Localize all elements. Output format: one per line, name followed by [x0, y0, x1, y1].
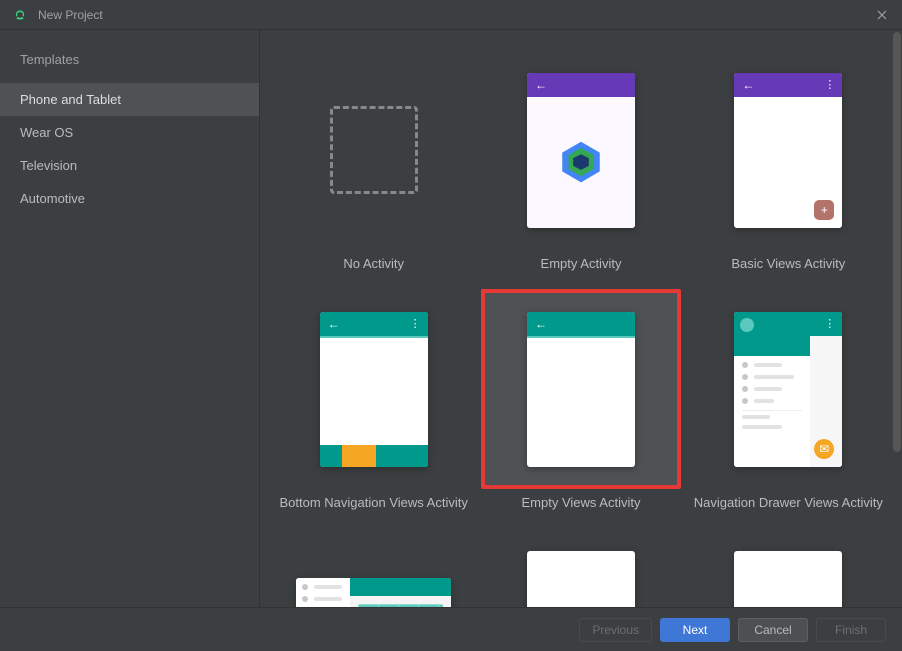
sidebar-item-label: Phone and Tablet — [20, 92, 121, 107]
template-empty-views-activity[interactable]: ← Empty Views Activity — [477, 289, 684, 510]
appbar: ← ⋮ — [734, 73, 842, 97]
template-preview: ← — [481, 289, 681, 489]
template-preview: ⋮ ✉ — [688, 289, 888, 489]
template-label: Bottom Navigation Views Activity — [279, 495, 467, 510]
back-arrow-icon: ← — [742, 78, 754, 92]
tablet-preview — [296, 578, 451, 607]
template-preview — [274, 528, 474, 607]
new-project-window: New Project Templates Phone and Tablet W… — [0, 0, 902, 651]
bottom-nav — [320, 445, 428, 467]
next-button[interactable]: Next — [660, 618, 730, 642]
template-preview: ← ⋮ + — [688, 50, 888, 250]
cpp-icon: ++ — [760, 600, 816, 607]
sidebar-item-television[interactable]: Television — [0, 149, 259, 182]
template-primary-detail[interactable] — [270, 528, 477, 607]
appbar: ← — [527, 312, 635, 336]
template-preview — [274, 50, 474, 250]
phone-preview: ← — [527, 73, 635, 228]
sidebar-item-automotive[interactable]: Automotive — [0, 182, 259, 215]
appbar: ← — [527, 73, 635, 97]
appbar: ← ⋮ — [320, 312, 428, 336]
template-basic-views-activity[interactable]: ← ⋮ + Basic Views Activity — [685, 50, 892, 271]
appbar: ⋮ — [810, 312, 842, 336]
phone-preview: ← ⋮ — [320, 312, 428, 467]
template-grid-area: No Activity ← — [260, 30, 902, 607]
template-no-activity[interactable]: No Activity — [270, 50, 477, 271]
fab-icon: ✉ — [814, 439, 834, 459]
phone-preview: ← ⋮ + — [734, 73, 842, 228]
phone-preview: ++ — [734, 551, 842, 608]
content: Templates Phone and Tablet Wear OS Telev… — [0, 30, 902, 607]
sidebar-header: Templates — [0, 44, 259, 83]
template-label: Navigation Drawer Views Activity — [694, 495, 883, 510]
template-label: Empty Activity — [541, 256, 622, 271]
template-preview: ++ — [688, 528, 888, 607]
template-grid: No Activity ← — [270, 50, 892, 607]
template-native-cpp[interactable]: ++ — [685, 528, 892, 607]
template-label: Basic Views Activity — [731, 256, 845, 271]
close-button[interactable] — [874, 7, 890, 23]
android-studio-icon — [12, 7, 28, 23]
back-arrow-icon: ← — [328, 317, 340, 331]
appbar — [350, 578, 451, 596]
avatar-icon — [740, 318, 754, 332]
overflow-menu-icon: ⋮ — [410, 317, 420, 330]
sidebar: Templates Phone and Tablet Wear OS Telev… — [0, 30, 260, 607]
template-bottom-navigation[interactable]: ← ⋮ Bottom Navigation Views Activity — [270, 289, 477, 510]
scrollbar-thumb[interactable] — [893, 32, 901, 452]
drawer-panel — [734, 312, 810, 467]
compose-logo-icon — [556, 137, 606, 187]
back-arrow-icon: ← — [535, 78, 547, 92]
template-preview: ← — [481, 50, 681, 250]
sidebar-item-label: Television — [20, 158, 77, 173]
finish-button: Finish — [816, 618, 886, 642]
phone-preview: ← — [527, 312, 635, 467]
overflow-menu-icon: ⋮ — [824, 78, 834, 91]
cancel-button[interactable]: Cancel — [738, 618, 808, 642]
titlebar: New Project — [0, 0, 902, 30]
phone-preview — [527, 551, 635, 608]
template-game-activity[interactable] — [477, 528, 684, 607]
template-label: Empty Views Activity — [522, 495, 641, 510]
sidebar-item-label: Automotive — [20, 191, 85, 206]
phone-preview: ⋮ ✉ — [734, 312, 842, 467]
overflow-menu-icon: ⋮ — [824, 317, 834, 330]
sidebar-item-wear-os[interactable]: Wear OS — [0, 116, 259, 149]
sidebar-item-phone-tablet[interactable]: Phone and Tablet — [0, 83, 259, 116]
template-empty-activity[interactable]: ← Empty Activity — [477, 50, 684, 271]
sidebar-item-label: Wear OS — [20, 125, 73, 140]
previous-button: Previous — [579, 618, 652, 642]
back-arrow-icon: ← — [535, 317, 547, 331]
template-navigation-drawer[interactable]: ⋮ ✉ Navigation Drawer Views Activity — [685, 289, 892, 510]
footer: Previous Next Cancel Finish — [0, 607, 902, 651]
template-label: No Activity — [343, 256, 404, 271]
fab-icon: + — [814, 200, 834, 220]
scrollbar[interactable] — [892, 30, 902, 607]
preview-body — [527, 97, 635, 228]
no-activity-icon — [330, 106, 418, 194]
window-title: New Project — [38, 8, 874, 22]
template-preview: ← ⋮ — [274, 289, 474, 489]
template-preview — [481, 528, 681, 607]
